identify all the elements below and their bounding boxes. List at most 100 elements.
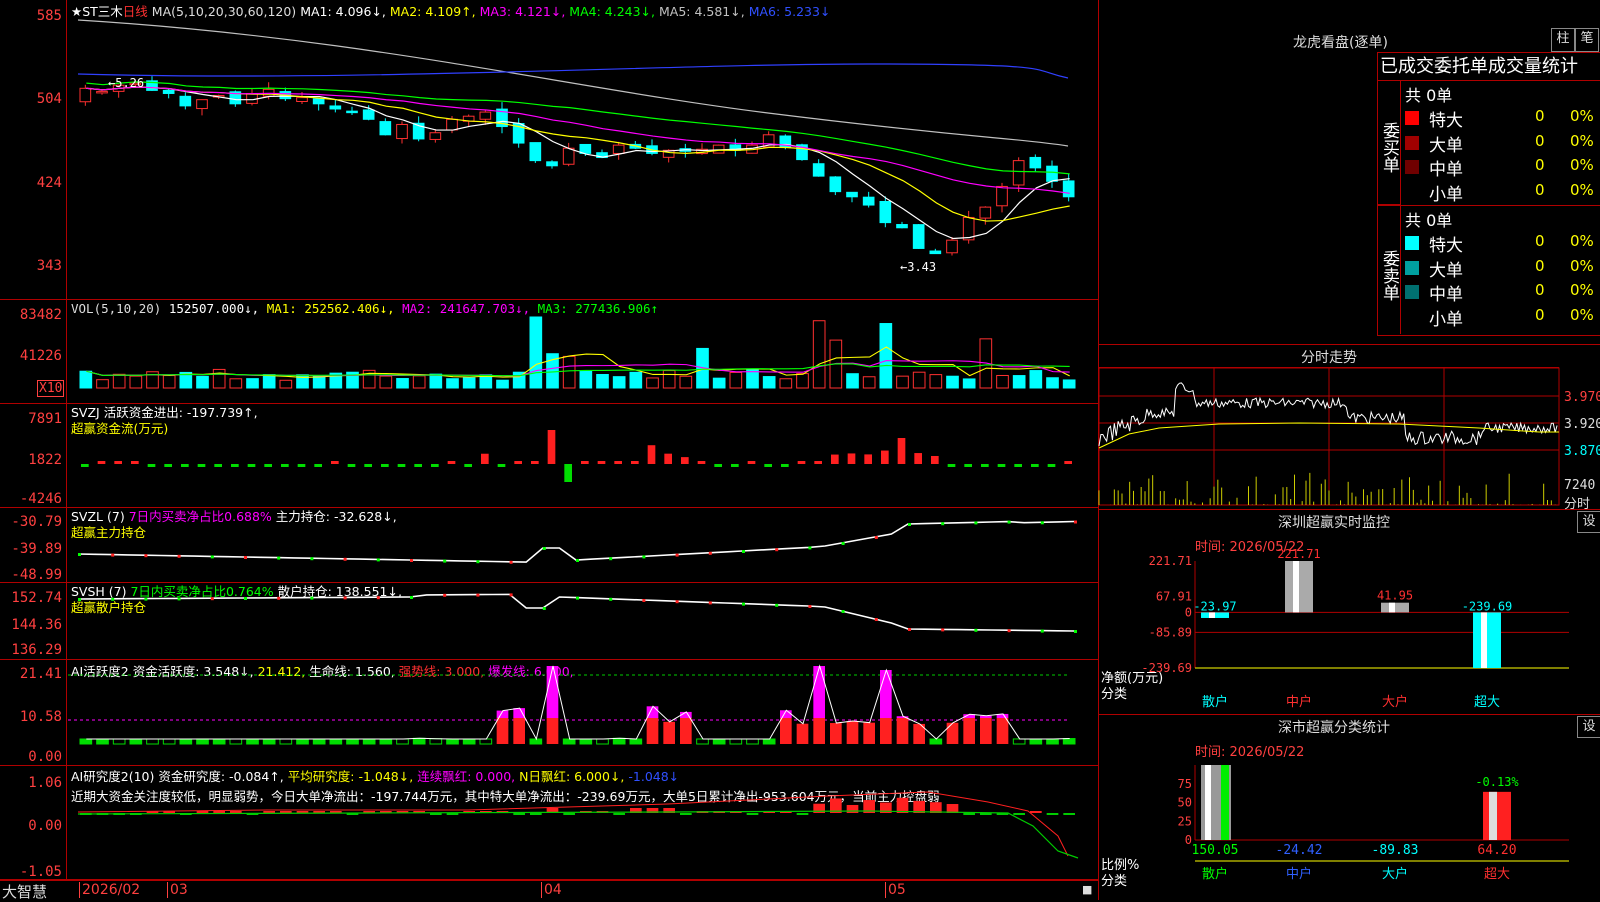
tick-mode-button[interactable]: 笔	[1575, 28, 1599, 52]
holding-mark	[576, 596, 579, 600]
flow-bar	[597, 461, 606, 464]
monitor-category: 散户	[1202, 694, 1228, 710]
candle-body	[846, 191, 858, 198]
kline-chart[interactable]	[68, 8, 1098, 298]
monitor-value-label: -23.97	[1193, 599, 1236, 613]
bar-mode-button[interactable]: 柱	[1551, 28, 1575, 52]
flow-bar	[664, 453, 672, 464]
intraday-price: 3.970	[1564, 390, 1600, 405]
order-type: 中单	[1429, 285, 1463, 305]
ma-line	[86, 86, 1070, 240]
vol-bar	[1029, 370, 1043, 389]
svzl-panel[interactable]: -30.79 -39.89 -48.99 SVZL (7) 7日内买卖净占比0.…	[0, 508, 1098, 583]
vol-bar	[1046, 377, 1059, 389]
order-pct: 0%	[1570, 305, 1594, 324]
monitor-y-tick: 67.91	[1156, 590, 1192, 604]
flow-bar	[331, 461, 339, 464]
holding-mark	[443, 593, 447, 597]
vol-bar	[712, 377, 726, 389]
activity-bar	[462, 738, 476, 745]
holding-mark	[509, 593, 513, 597]
candle-body	[946, 239, 958, 254]
vol-bar	[612, 376, 626, 389]
svsh-y-axis: 152.74 144.36 136.29	[0, 583, 67, 659]
intraday-panel[interactable]: 分时走势 3.970 3.920 3.870 7240 分时	[1098, 345, 1600, 512]
vol-bar	[729, 371, 743, 389]
activity-bar	[79, 738, 93, 745]
classify-y-tick: 50	[1178, 796, 1192, 810]
flow-bar	[781, 464, 789, 467]
y-tick: -39.89	[11, 541, 62, 557]
research-bar	[613, 813, 625, 815]
activity-bar	[963, 718, 975, 744]
flow-bar	[397, 464, 406, 467]
order-pct: 0%	[1570, 107, 1594, 125]
dragon-header: 已成交委托单成交量统计	[1378, 53, 1600, 81]
activity-bar	[1012, 738, 1026, 745]
vol-bar	[462, 377, 476, 389]
order-row: 大单 0 0%	[1405, 256, 1600, 281]
monitor-y-tick: 221.71	[1149, 554, 1192, 568]
candle-body	[529, 142, 542, 162]
order-row: 小单 0 0%	[1405, 305, 1600, 330]
holding-mark	[177, 597, 181, 601]
holding-mark	[376, 596, 380, 600]
vol-bar	[796, 373, 809, 389]
flow-bar	[297, 464, 306, 467]
ai-active-y-axis: 21.41 10.58 0.00	[0, 660, 67, 765]
candle-body	[1029, 156, 1042, 169]
holding-mark	[941, 522, 945, 526]
candle-body	[446, 118, 458, 131]
kline-panel[interactable]: 585 504 424 343 ★ST三木日线 MA(5,10,20,30,60…	[0, 0, 1098, 300]
order-pct: 0%	[1570, 256, 1594, 275]
holding-mark	[509, 560, 513, 564]
vol-bar	[112, 373, 126, 389]
flow-bar	[81, 464, 89, 467]
flow-bar	[564, 464, 572, 482]
activity-bar	[796, 723, 809, 744]
vol-bar	[646, 377, 659, 389]
flow-bar	[914, 453, 922, 464]
holding-mark	[410, 559, 413, 562]
vol-bar	[946, 375, 959, 389]
vol-bar	[129, 375, 143, 389]
vol-bar	[846, 373, 859, 389]
activity-bar	[496, 718, 509, 744]
monitor-y-tick: 0	[1185, 605, 1192, 619]
vol-bar	[662, 370, 676, 389]
flow-bar	[881, 450, 889, 464]
date-label: 04	[541, 882, 562, 898]
monitor-bar-highlight	[1389, 602, 1395, 613]
order-row: 中单 0 0%	[1405, 155, 1600, 180]
date-label: 03	[167, 882, 188, 898]
monitor-bar-highlight	[1481, 612, 1487, 668]
order-color-swatch	[1405, 160, 1419, 174]
lock-icon[interactable]: ■	[1082, 883, 1092, 896]
flow-bar	[264, 464, 272, 467]
volume-panel[interactable]: 83482 41226 X10 VOL(5,10,20) 152507.000↓…	[0, 300, 1098, 404]
ai-active-panel[interactable]: 21.41 10.58 0.00 AI活跃度2 资金活跃度: 3.548↓, 2…	[0, 660, 1098, 766]
brand-label[interactable]: 大智慧	[2, 881, 47, 902]
svzj-panel[interactable]: 7891 1822 -4246 SVZJ 活跃资金进出: -197.739↑, …	[0, 404, 1098, 508]
holding-mark	[775, 548, 779, 552]
low-annotation: ←3.43	[900, 260, 937, 274]
holding-mark	[675, 600, 679, 604]
classify-bar-highlight	[1205, 765, 1211, 840]
activity-bar	[396, 738, 409, 745]
vol-bar	[212, 368, 226, 389]
flow-bar	[647, 445, 656, 464]
holding-mark	[841, 542, 845, 545]
ai-research-panel[interactable]: 1.06 0.00 -1.05 AI研究度2(10) 资金研究度: -0.084…	[0, 766, 1098, 880]
volume-chart	[79, 316, 1076, 389]
candle-body	[196, 99, 208, 110]
svsh-panel[interactable]: 152.74 144.36 136.29 SVSH (7) 7日内买卖净占比0.…	[0, 583, 1098, 660]
candle-body	[579, 143, 592, 154]
holding-mark	[841, 610, 845, 613]
intraday-price: 3.920	[1564, 417, 1600, 432]
activity-bar	[813, 666, 825, 718]
vol-bar	[279, 379, 293, 389]
vol-bar	[929, 374, 943, 389]
holding-mark	[244, 556, 247, 559]
flow-bar	[247, 464, 256, 467]
order-row: 大单 0 0%	[1405, 131, 1600, 156]
